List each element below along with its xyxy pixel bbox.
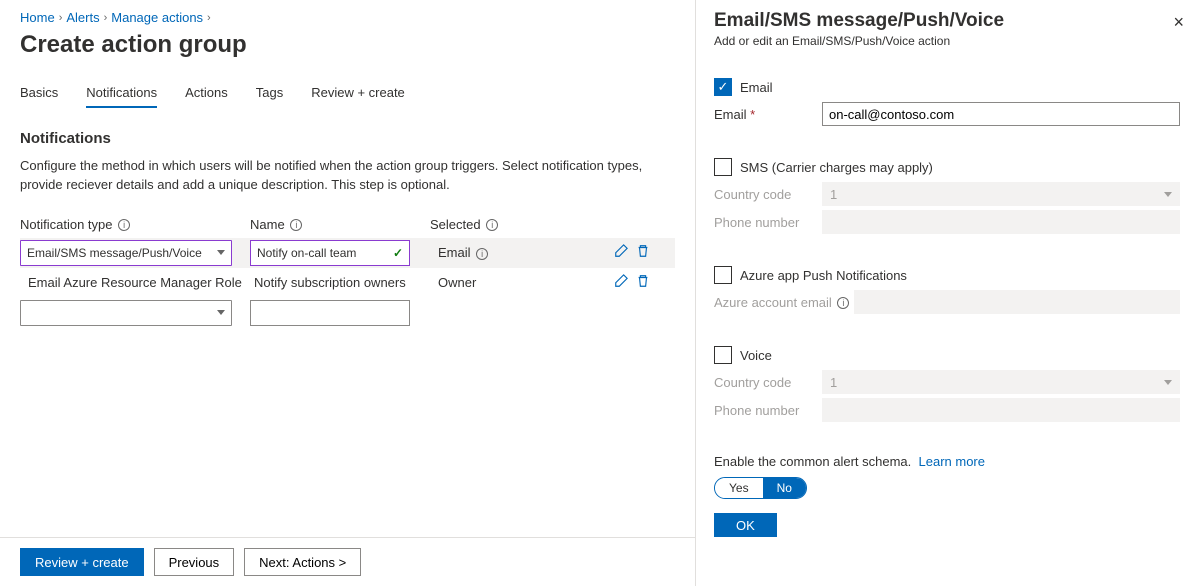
notification-type-dropdown[interactable]: Email/SMS message/Push/Voice: [20, 240, 232, 266]
toggle-no[interactable]: No: [763, 478, 806, 498]
column-header-name: Name i: [250, 217, 430, 232]
voice-country-code-dropdown: 1: [822, 370, 1180, 394]
sms-country-code-dropdown: 1: [822, 182, 1180, 206]
delete-icon[interactable]: [636, 274, 650, 288]
side-panel: × Email/SMS message/Push/Voice Add or ed…: [695, 0, 1198, 586]
chevron-right-icon: ›: [104, 12, 108, 24]
breadcrumb: Home › Alerts › Manage actions ›: [20, 10, 675, 25]
chevron-down-icon: [1164, 380, 1172, 385]
panel-title: Email/SMS message/Push/Voice: [714, 10, 1180, 32]
tab-actions[interactable]: Actions: [185, 85, 228, 108]
page-title: Create action group: [20, 31, 675, 59]
schema-toggle[interactable]: Yes No: [714, 477, 807, 499]
email-input[interactable]: [822, 102, 1180, 126]
column-header-selected: Selected i: [430, 217, 600, 232]
push-checkbox[interactable]: [714, 266, 732, 284]
section-title: Notifications: [20, 130, 675, 147]
sms-checkbox-label: SMS (Carrier charges may apply): [740, 160, 933, 175]
notification-type-dropdown-empty[interactable]: [20, 300, 232, 326]
table-row: Email/SMS message/Push/Voice Notify on-c…: [20, 238, 675, 268]
close-icon[interactable]: ×: [1173, 12, 1184, 33]
voice-phone-input: [822, 398, 1180, 422]
review-create-button[interactable]: Review + create: [20, 548, 144, 576]
edit-icon[interactable]: [614, 274, 628, 288]
table-row: Email Azure Resource Manager Role Notify…: [20, 268, 675, 298]
notification-name-text: Notify subscription owners: [250, 275, 430, 290]
info-icon[interactable]: i: [290, 219, 302, 231]
notification-name-input[interactable]: Notify on-call team ✓: [250, 240, 410, 266]
learn-more-link[interactable]: Learn more: [919, 454, 985, 469]
sms-country-code-label: Country code: [714, 187, 822, 202]
delete-icon[interactable]: [636, 244, 650, 258]
table-row-empty: [20, 298, 675, 328]
tab-tags[interactable]: Tags: [256, 85, 283, 108]
check-icon: ✓: [393, 246, 403, 260]
notification-name-input-empty[interactable]: [250, 300, 410, 326]
selected-value: Email: [438, 245, 471, 260]
info-icon[interactable]: i: [476, 248, 488, 260]
push-checkbox-label: Azure app Push Notifications: [740, 268, 907, 283]
sms-phone-input: [822, 210, 1180, 234]
chevron-right-icon: ›: [59, 12, 63, 24]
voice-checkbox-label: Voice: [740, 348, 772, 363]
breadcrumb-alerts[interactable]: Alerts: [66, 10, 99, 25]
push-email-input: [854, 290, 1180, 314]
selected-value: Owner: [430, 275, 600, 290]
notification-type-text: Email Azure Resource Manager Role: [20, 275, 250, 290]
breadcrumb-home[interactable]: Home: [20, 10, 55, 25]
email-label: Email *: [714, 107, 822, 122]
previous-button[interactable]: Previous: [154, 548, 235, 576]
push-email-label: Azure account email i: [714, 295, 854, 310]
toggle-yes[interactable]: Yes: [715, 478, 763, 498]
tab-basics[interactable]: Basics: [20, 85, 58, 108]
voice-checkbox[interactable]: [714, 346, 732, 364]
breadcrumb-manage[interactable]: Manage actions: [111, 10, 203, 25]
email-checkbox-label: Email: [740, 80, 773, 95]
chevron-right-icon: ›: [207, 12, 211, 24]
tab-review[interactable]: Review + create: [311, 85, 405, 108]
section-desc: Configure the method in which users will…: [20, 157, 660, 195]
chevron-down-icon: [217, 310, 225, 315]
info-icon[interactable]: i: [486, 219, 498, 231]
edit-icon[interactable]: [614, 244, 628, 258]
voice-country-code-label: Country code: [714, 375, 822, 390]
tab-bar: Basics Notifications Actions Tags Review…: [20, 85, 675, 108]
voice-phone-label: Phone number: [714, 403, 822, 418]
chevron-down-icon: [1164, 192, 1172, 197]
sms-phone-label: Phone number: [714, 215, 822, 230]
info-icon[interactable]: i: [837, 297, 849, 309]
info-icon[interactable]: i: [118, 219, 130, 231]
column-header-type: Notification type i: [20, 217, 250, 232]
next-button[interactable]: Next: Actions >: [244, 548, 361, 576]
chevron-down-icon: [217, 250, 225, 255]
email-checkbox[interactable]: [714, 78, 732, 96]
footer-bar: Review + create Previous Next: Actions >: [0, 537, 695, 586]
sms-checkbox[interactable]: [714, 158, 732, 176]
tab-notifications[interactable]: Notifications: [86, 85, 157, 108]
schema-text: Enable the common alert schema.: [714, 454, 911, 469]
ok-button[interactable]: OK: [714, 513, 777, 537]
panel-subtitle: Add or edit an Email/SMS/Push/Voice acti…: [714, 34, 1180, 48]
